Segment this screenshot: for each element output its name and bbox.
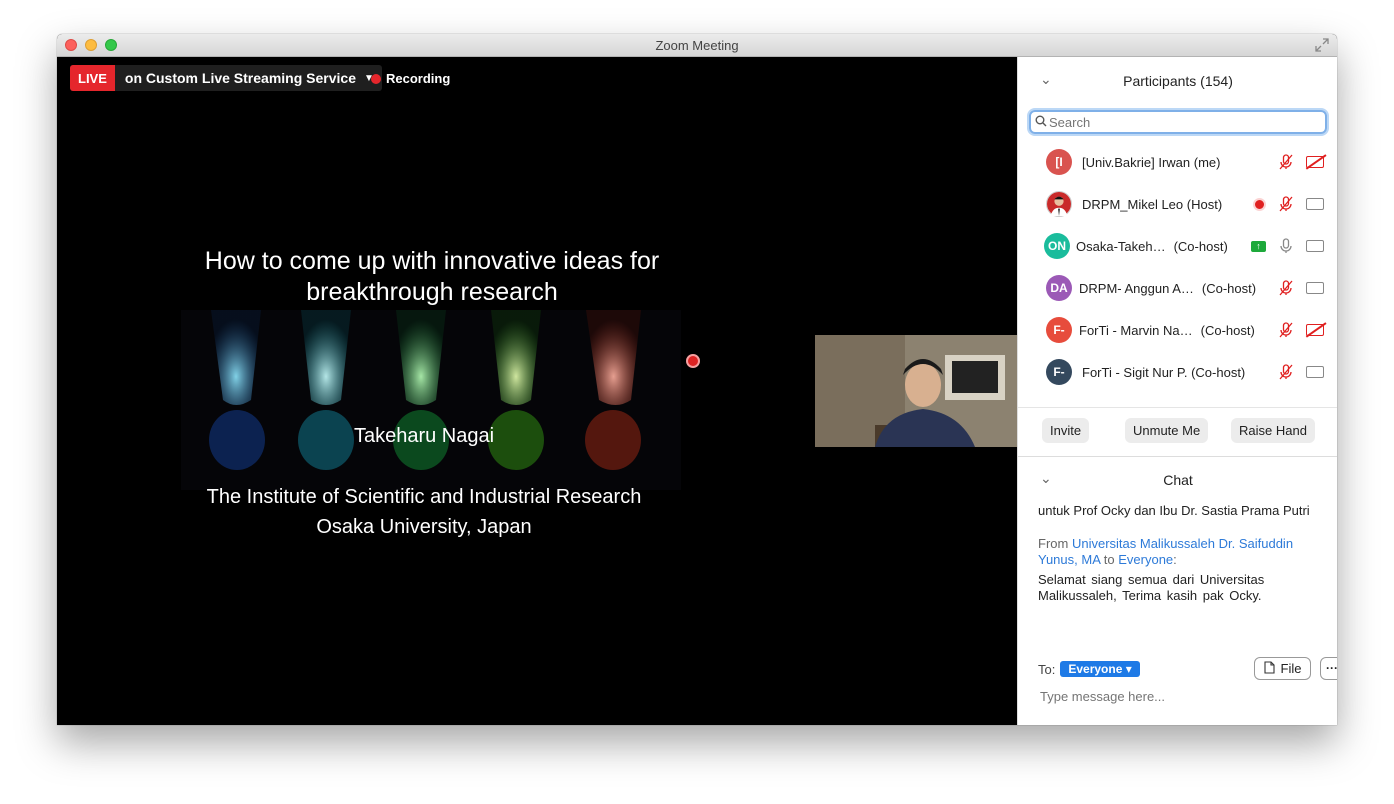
participant-row[interactable]: F- ForTi - Marvin Na… (Co-host): [1018, 309, 1337, 351]
chat-title: Chat: [1163, 472, 1193, 488]
camera-icon: [1306, 282, 1324, 294]
participants-list: [I [Univ.Bakrie] Irwan (me) DRPM_Mikel L…: [1018, 141, 1337, 403]
chat-message: untuk Prof Ocky dan Ibu Dr. Sastia Prama…: [1038, 503, 1310, 518]
recording-label: Recording: [386, 71, 451, 86]
raise-hand-button[interactable]: Raise Hand: [1231, 418, 1315, 443]
avatar: ON: [1044, 233, 1070, 259]
mic-muted-icon: [1278, 154, 1294, 170]
mic-icon: [1278, 238, 1294, 254]
participant-role: (Co-host): [1173, 238, 1228, 254]
participants-title: Participants (154): [1123, 73, 1233, 89]
participant-row[interactable]: DA DRPM- Anggun A… (Co-host): [1018, 267, 1337, 309]
participant-name: [Univ.Bakrie] Irwan (me): [1082, 154, 1221, 170]
chat-message: Selamat siang semua dari Universitas Mal…: [1038, 572, 1265, 603]
file-button[interactable]: File: [1254, 657, 1311, 680]
recording-indicator: Recording: [371, 71, 450, 86]
window-title: Zoom Meeting: [655, 38, 739, 53]
camera-off-icon: [1306, 156, 1324, 168]
camera-off-icon: [1306, 324, 1324, 336]
avatar: [I: [1046, 149, 1072, 175]
avatar: DA: [1046, 275, 1072, 301]
from-prefix: From: [1038, 536, 1072, 551]
recipient-value: Everyone: [1068, 662, 1123, 676]
slide-speaker-name: Takeharu Nagai: [353, 425, 495, 447]
participants-header: ⌄ Participants (154): [1018, 57, 1337, 103]
participant-role: (Co-host): [1201, 280, 1257, 296]
chat-message-input[interactable]: [1040, 689, 1320, 704]
recipient-name[interactable]: Everyone: [1118, 552, 1173, 567]
more-options-button[interactable]: ···: [1320, 657, 1337, 680]
affiliation-line-1: The Institute of Scientific and Industri…: [206, 486, 642, 508]
participant-name: DRPM- Anggun A…: [1079, 280, 1194, 296]
participant-search[interactable]: [1029, 110, 1327, 134]
avatar: F-: [1046, 317, 1072, 343]
live-service-label: on Custom Live Streaming Service: [124, 70, 356, 86]
slide-tubes-image: [181, 310, 681, 490]
live-label: LIVE: [70, 65, 115, 91]
mic-muted-icon: [1278, 322, 1294, 338]
chat-header: ⌄ Chat: [1018, 462, 1337, 498]
side-panel: ⌄ Participants (154) [I [Univ.Bakrie] Ir…: [1017, 57, 1337, 725]
participant-row[interactable]: DRPM_Mikel Leo (Host): [1018, 183, 1337, 225]
unmute-me-button[interactable]: Unmute Me: [1125, 418, 1209, 443]
participant-row[interactable]: [I [Univ.Bakrie] Irwan (me): [1018, 141, 1337, 183]
participant-row[interactable]: ON Osaka-Takeh… (Co-host) ↑: [1018, 225, 1337, 267]
participant-name: Osaka-Takeh…: [1076, 238, 1166, 254]
participant-name: ForTi - Sigit Nur P. (Co-host): [1082, 364, 1246, 380]
mic-muted-icon: [1278, 364, 1294, 380]
main-video-area: LIVE on Custom Live Streaming Service ▼ …: [57, 57, 1017, 725]
participant-row[interactable]: F- ForTi - Sigit Nur P. (Co-host): [1018, 351, 1337, 393]
invite-button[interactable]: Invite: [1042, 418, 1090, 443]
search-icon: [1035, 115, 1047, 130]
live-stream-badge[interactable]: LIVE on Custom Live Streaming Service ▼: [70, 65, 382, 91]
laser-pointer-icon: [686, 354, 700, 368]
screen-share-icon: ↑: [1251, 240, 1266, 252]
participant-role: (Co-host): [1200, 322, 1255, 338]
avatar: F-: [1046, 359, 1072, 385]
file-label: File: [1280, 661, 1302, 676]
to-word: to: [1100, 552, 1119, 567]
recipient-select[interactable]: Everyone ▾: [1060, 661, 1140, 677]
fullscreen-icon[interactable]: [1315, 38, 1329, 52]
slide-title: How to come up with innovative ideas for…: [204, 247, 660, 306]
chat-recipient-row: To: Everyone ▾ File ···: [1038, 657, 1337, 681]
participant-name: DRPM_Mikel Leo (Host): [1082, 196, 1223, 212]
slide-affiliation: The Institute of Scientific and Industri…: [177, 482, 671, 542]
participant-name: ForTi - Marvin Na…: [1079, 322, 1193, 338]
speaker-thumbnail-video[interactable]: [815, 335, 1017, 447]
affiliation-line-2: Osaka University, Japan: [316, 516, 532, 538]
search-input[interactable]: [1049, 114, 1309, 130]
camera-icon: [1306, 366, 1324, 378]
participant-actions: Invite Unmute Me Raise Hand: [1018, 407, 1337, 457]
zoom-window: Zoom Meeting LIVE on Custom Live Streami…: [57, 34, 1337, 725]
chat-messages: untuk Prof Ocky dan Ibu Dr. Sastia Prama…: [1038, 503, 1328, 604]
mic-muted-icon: [1278, 196, 1294, 212]
chat-message-sender: From Universitas Malikussaleh Dr. Saifud…: [1038, 536, 1328, 568]
record-dot-icon: [371, 73, 381, 84]
camera-icon: [1306, 198, 1324, 210]
camera-icon: [1306, 240, 1324, 252]
title-bar: Zoom Meeting: [57, 34, 1337, 57]
mic-muted-icon: [1278, 280, 1294, 296]
recording-icon: [1253, 197, 1266, 211]
file-icon: [1263, 660, 1275, 677]
colon: :: [1173, 552, 1177, 567]
avatar: [1046, 191, 1072, 217]
to-label: To:: [1038, 661, 1056, 677]
